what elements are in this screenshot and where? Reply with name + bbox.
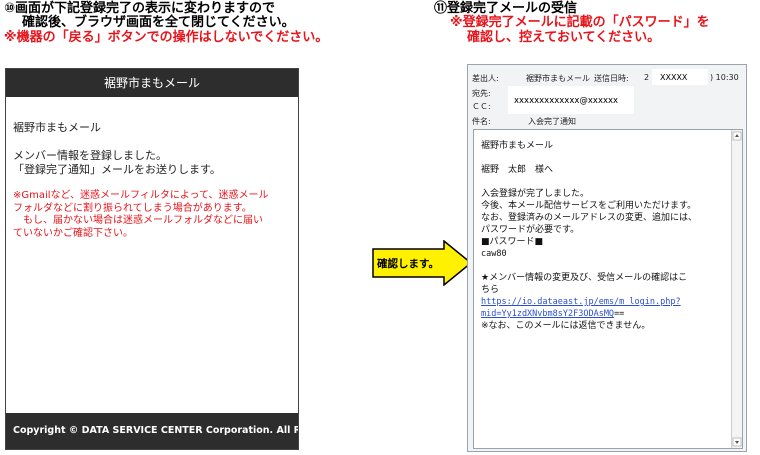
body-line: 今後、本メール配信サービスをご利用いただけます。	[481, 201, 697, 211]
sent-date-mask: XXXXX	[652, 69, 708, 85]
scrollbar-arrows-icon	[732, 131, 742, 447]
body-line: 裾野市まもメール	[481, 141, 554, 151]
sent-date-mask-text: XXXXX	[660, 73, 688, 82]
step10-warning: ※機器の「戻る」ボタンでの操作はしないでください。	[4, 30, 329, 45]
phone-content: 裾野市まもメール メンバー情報を登録しました。 「登録完了通知」メールをお送りし…	[13, 121, 293, 240]
spam-warning-line: ていないかご確認下さい。	[13, 227, 133, 239]
step11-note-line2: 確認し、控えておいてください。	[467, 30, 661, 45]
copyright-footer: Copyright © DATA SERVICE CENTER Corporat…	[6, 413, 298, 449]
body-line: パスワードが必要です。	[481, 225, 580, 235]
spam-warning-line: フォルダなどに割り振られてしまう場合があります。	[13, 202, 252, 214]
mail-body: 裾野市まもメール 裾野 太郎 様へ 入会登録が完了しました。 今後、本メール配信…	[473, 129, 743, 449]
spam-warning: ※Gmailなど、迷惑メールフィルタによって、迷惑メール フォルダなどに割り振ら…	[13, 190, 293, 240]
vertical-scrollbar[interactable]	[731, 130, 742, 448]
arrow-label: 確認します。	[377, 257, 439, 270]
sent-time: ) 10:30	[710, 73, 739, 82]
body-line: ちら	[481, 285, 500, 295]
login-link[interactable]: https://io.dataeast.jp/ems/m_login.php?	[481, 297, 681, 307]
notification-message: 「登録完了通知」メールをお送りします。	[13, 163, 221, 176]
body-line: なお、登録済みのメールアドレスの変更、追加には、	[481, 213, 698, 223]
step10-title-line1: ⑩画面が下記登録完了の表示に変わりますので	[4, 1, 276, 16]
step11-note-line1: ※登録完了メールに記載の「パスワード」を	[450, 15, 710, 30]
to-value-box: xxxxxxxxxxxxx@xxxxxx	[508, 86, 634, 114]
step11-title: ⑪登録完了メールの受信	[434, 1, 578, 16]
link-tail: ==	[614, 309, 625, 319]
arrow-right-icon: 確認します。	[372, 240, 472, 286]
step10-title-line2: 確認後、ブラウザ画面を全て閉じてください。	[22, 15, 295, 30]
body-line: ★メンバー情報の変更及び、受信メールの確認はこ	[481, 273, 688, 283]
body-line: 裾野 太郎 様へ	[481, 165, 554, 175]
registration-complete-screen: 裾野市まもメール 裾野市まもメール メンバー情報を登録しました。 「登録完了通知…	[5, 68, 299, 450]
mail-window: 差出人: 裾野市まもメール 送信日時: 2 XXXXX ) 10:30 宛先: …	[467, 64, 747, 452]
to-value: xxxxxxxxxxxxx@xxxxxx	[514, 96, 619, 106]
from-label: 差出人:	[472, 74, 499, 83]
registered-message: メンバー情報を登録しました。	[13, 149, 167, 162]
password-heading: ■パスワード■	[481, 237, 544, 247]
sent-label: 送信日時:	[594, 74, 629, 83]
body-line: 入会登録が完了しました。	[481, 189, 590, 199]
mail-body-text: 裾野市まもメール 裾野 太郎 様へ 入会登録が完了しました。 今後、本メール配信…	[481, 140, 729, 332]
spam-warning-line: ※Gmailなど、迷惑メールフィルタによって、迷惑メール	[13, 190, 269, 201]
spam-warning-line: もし、届かない場合は迷惑メールフォルダなどに届い	[13, 215, 263, 226]
body-line: ※なお、このメールには返信できません。	[481, 321, 651, 331]
to-label: 宛先:	[472, 89, 491, 98]
sent-prefix: 2	[644, 73, 650, 82]
from-value: 裾野市まもメール	[526, 74, 590, 83]
password-value: caw80	[481, 249, 507, 259]
login-link-continued[interactable]: mid=Yy1zdXNvbm8sY2F3ODAsMQ	[481, 309, 614, 319]
phone-header: 裾野市まもメール	[6, 69, 298, 97]
subject-label: 件名:	[472, 117, 491, 126]
cc-label: ＣＣ:	[472, 102, 491, 111]
site-name: 裾野市まもメール	[13, 121, 101, 134]
subject-value: 入会完了通知	[528, 117, 576, 126]
